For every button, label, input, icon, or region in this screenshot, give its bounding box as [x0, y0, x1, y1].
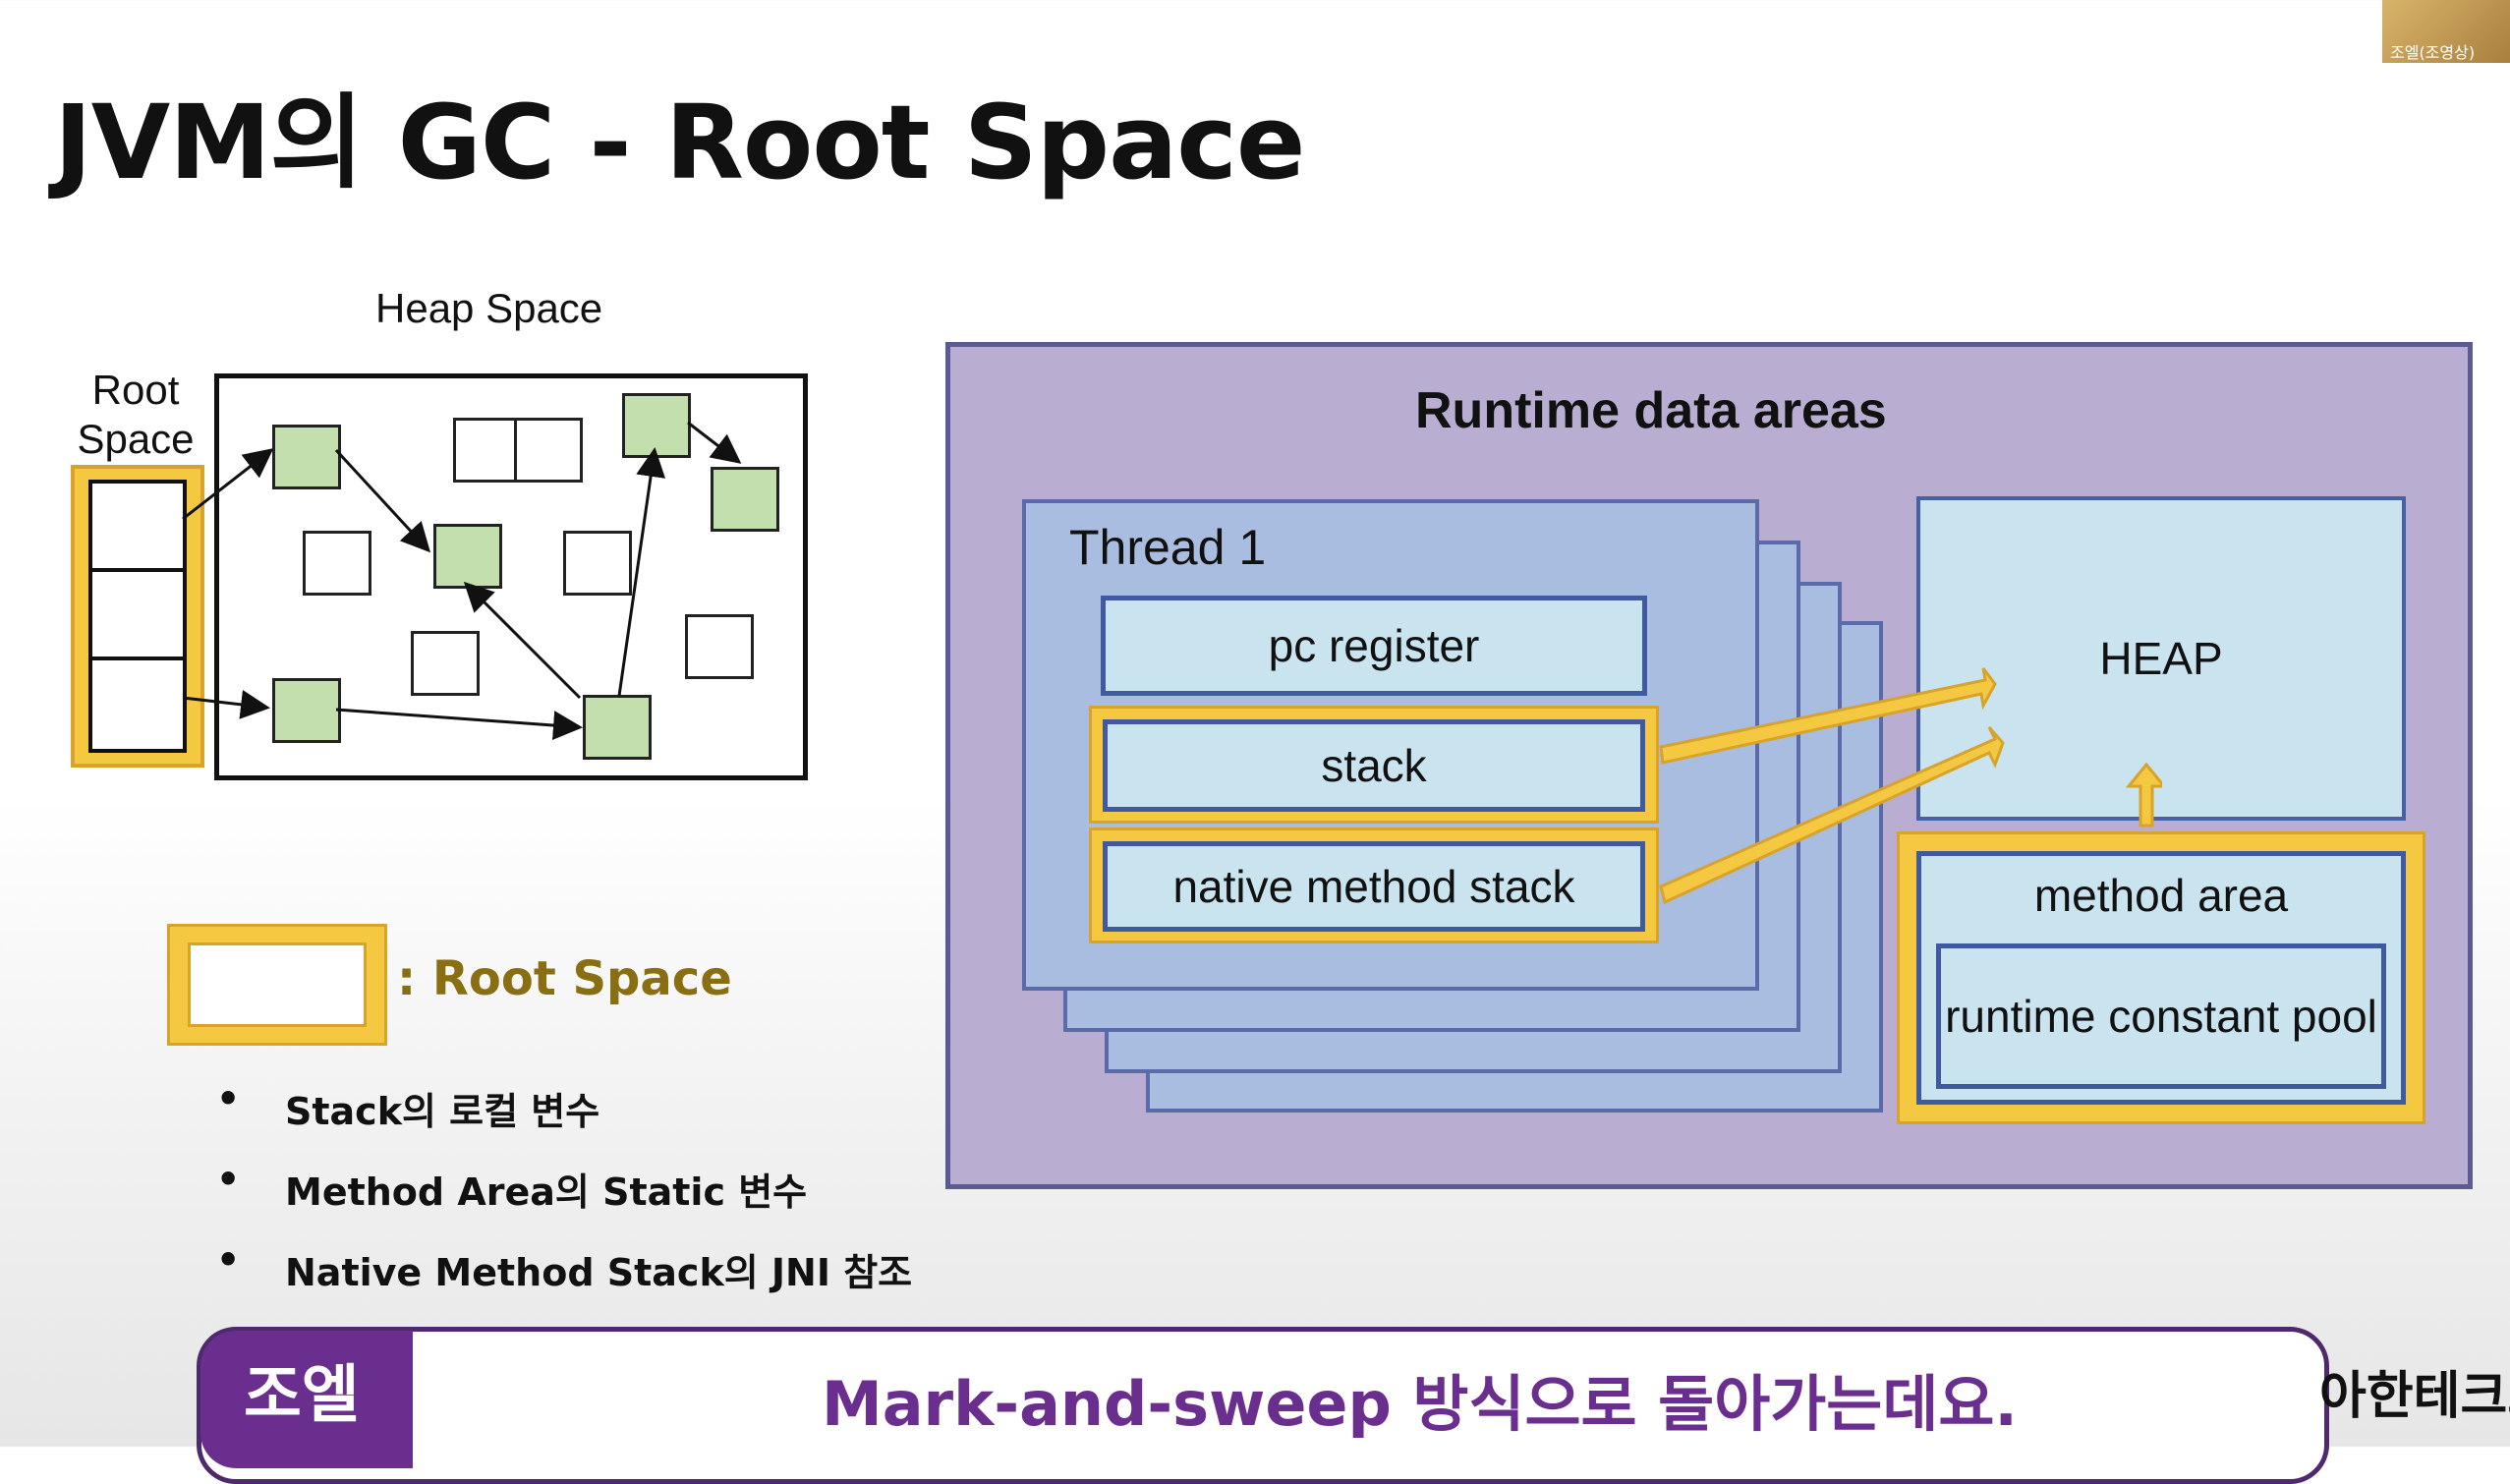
webcam-label: 조엘(조영상): [2390, 43, 2476, 62]
root-space-bullet-list: Stack의 로컬 변수 Method Area의 Static 변수 Nati…: [216, 1077, 912, 1323]
runtime-data-areas-title: Runtime data areas: [1415, 382, 1887, 439]
root-reference-arrows: [1659, 667, 2162, 905]
runtime-constant-pool-cell: runtime constant pool: [1936, 943, 2386, 1089]
channel-watermark: 아한테크코: [2319, 1367, 2510, 1426]
list-item: Stack의 로컬 변수: [216, 1077, 912, 1162]
thread-1-title: Thread 1: [1069, 520, 1267, 575]
native-method-stack-cell: native method stack: [1103, 841, 1645, 932]
list-item: Native Method Stack의 JNI 참조: [216, 1238, 912, 1323]
subtitle-text: Mark-and-sweep 방식으로 돌아가는데요.: [822, 1368, 2018, 1440]
legend-swatch: [167, 924, 387, 1046]
list-item: Method Area의 Static 변수: [216, 1158, 912, 1242]
legend-label: : Root Space: [397, 951, 732, 1006]
stack-cell: stack: [1103, 719, 1645, 812]
reference-arrows: [182, 421, 742, 741]
speaker-name: 조엘: [244, 1359, 360, 1432]
webcam-thumbnail: 조엘(조영상): [2382, 0, 2510, 63]
pc-register-cell: pc register: [1101, 596, 1647, 696]
